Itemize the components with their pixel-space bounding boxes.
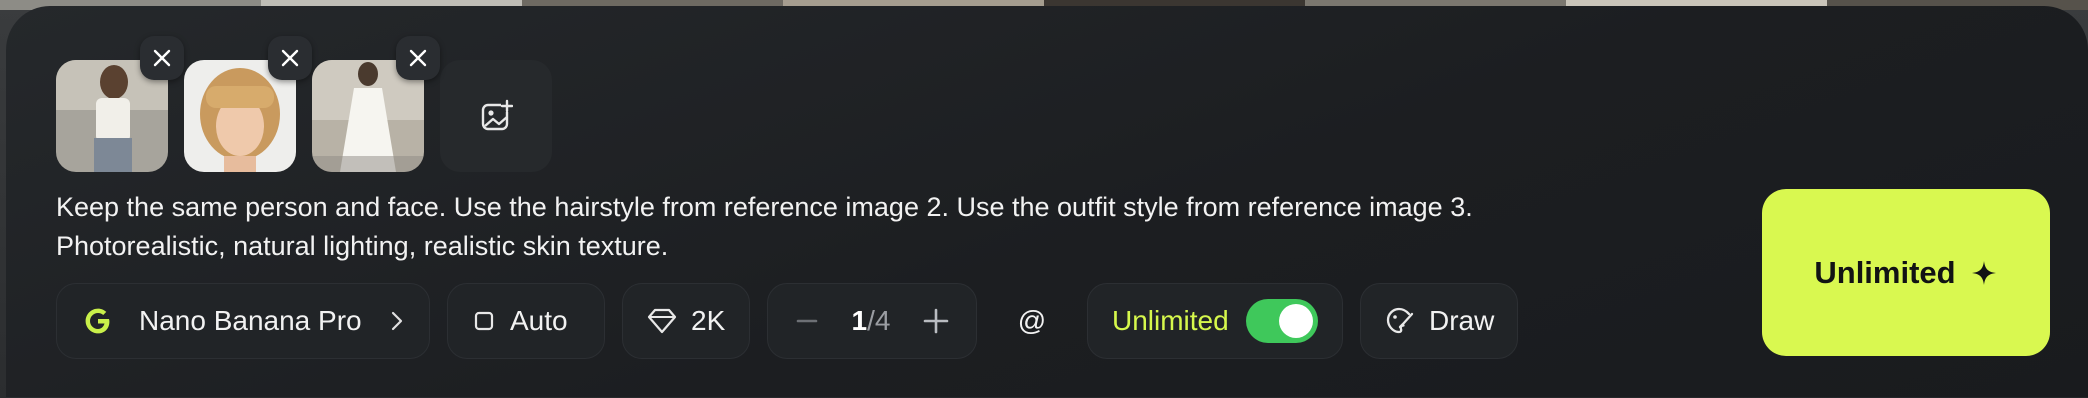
chevron-right-icon <box>391 311 403 331</box>
minus-icon[interactable] <box>794 308 820 334</box>
reference-image-1[interactable] <box>56 36 184 172</box>
add-image-button[interactable] <box>440 60 552 172</box>
remove-reference-1-button[interactable] <box>140 36 184 80</box>
reference-image-2[interactable] <box>184 36 312 172</box>
toolbar: Nano Banana Pro Auto 2K 1/4 @ Unlimited … <box>56 282 1518 360</box>
prompt-composer: Keep the same person and face. Use the h… <box>6 6 2088 398</box>
model-selector[interactable]: Nano Banana Pro <box>56 283 430 359</box>
aspect-ratio-label: Auto <box>510 305 568 336</box>
square-icon <box>474 311 494 331</box>
image-count-total: /4 <box>867 305 891 336</box>
remove-reference-3-button[interactable] <box>396 36 440 80</box>
mention-button[interactable]: @ <box>994 283 1070 359</box>
image-count-current: 1 <box>851 305 868 336</box>
unlimited-toggle-pill[interactable]: Unlimited <box>1087 283 1343 359</box>
resolution-selector[interactable]: 2K <box>622 283 750 359</box>
close-icon <box>153 49 171 67</box>
image-count-stepper: 1/4 <box>767 283 977 359</box>
resolution-label: 2K <box>691 305 726 336</box>
reference-image-3[interactable] <box>312 36 440 172</box>
close-icon <box>409 49 427 67</box>
google-g-icon <box>85 308 110 334</box>
palette-brush-icon <box>1386 307 1414 334</box>
generate-label: Unlimited <box>1814 254 1956 290</box>
prompt-line-1: Keep the same person and face. Use the h… <box>56 192 1473 222</box>
prompt-textarea[interactable]: Keep the same person and face. Use the h… <box>56 188 1716 266</box>
mention-label: @ <box>1017 305 1047 336</box>
toggle-knob <box>1279 304 1313 338</box>
reference-images-row <box>56 36 552 172</box>
model-label: Nano Banana Pro <box>139 305 362 336</box>
draw-button[interactable]: Draw <box>1360 283 1518 359</box>
add-image-icon <box>481 99 513 131</box>
image-count-value: 1/4 <box>852 305 891 337</box>
diamond-icon <box>647 308 677 334</box>
remove-reference-2-button[interactable] <box>268 36 312 80</box>
aspect-ratio-selector[interactable]: Auto <box>447 283 605 359</box>
close-icon <box>281 49 299 67</box>
unlimited-toggle-switch[interactable] <box>1246 299 1318 343</box>
draw-label: Draw <box>1429 305 1495 336</box>
unlimited-toggle-label: Unlimited <box>1112 305 1229 336</box>
sparkle-icon <box>1971 260 1996 285</box>
prompt-line-2: Photorealistic, natural lighting, realis… <box>56 231 669 261</box>
plus-icon[interactable] <box>922 307 950 335</box>
generate-button[interactable]: Unlimited <box>1762 189 2050 356</box>
